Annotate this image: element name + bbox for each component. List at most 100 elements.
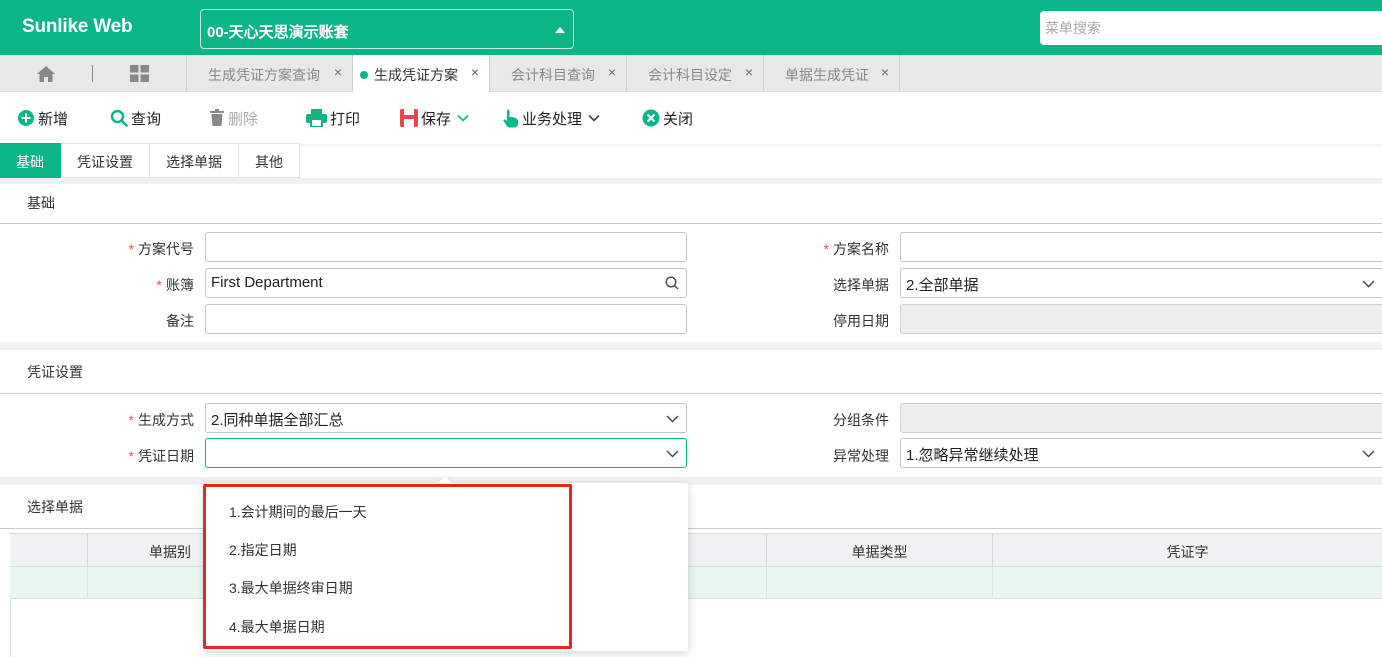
query-label: 查询 [131, 110, 162, 128]
required-mark: * [823, 241, 829, 257]
plus-circle-icon [18, 110, 34, 126]
highlight-annotation-box [203, 484, 572, 649]
label-text: 方案代号 [138, 241, 194, 257]
label-text: 账簿 [166, 277, 194, 293]
save-button[interactable]: 保存 [400, 108, 472, 128]
tab-label: 单据生成凭证 [785, 67, 869, 83]
gen-method-dropdown[interactable]: 2.同种单据全部汇总 [205, 403, 687, 433]
chevron-down-icon[interactable] [457, 114, 469, 122]
tab-voucher-settings[interactable]: 凭证设置 [61, 143, 150, 178]
search-icon [110, 109, 128, 127]
ledger-label: * 账簿 [84, 275, 194, 295]
close-icon[interactable]: × [881, 64, 889, 80]
grid-apps-icon[interactable] [130, 65, 149, 82]
group-cond-label: 分组条件 [833, 412, 889, 428]
close-circle-icon [642, 109, 660, 127]
tab-scheme[interactable]: 生成凭证方案 × [352, 55, 489, 92]
remark-input[interactable] [205, 304, 687, 334]
select-doc-value: 2.全部单据 [906, 277, 979, 294]
tab-separator [92, 65, 93, 82]
disable-date-input [900, 304, 1382, 334]
exception-value: 1.忽略异常继续处理 [906, 447, 1039, 464]
page-tab-bar: 生成凭证方案查询 × 生成凭证方案 × 会计科目查询 × 会计科目设定 × 单据… [0, 55, 1382, 92]
exception-dropdown[interactable]: 1.忽略异常继续处理 [900, 438, 1382, 468]
required-mark: * [156, 277, 162, 293]
menu-search-input[interactable] [1040, 11, 1382, 45]
select-doc-dropdown[interactable]: 2.全部单据 [900, 268, 1382, 298]
remark-label: 备注 [166, 313, 194, 329]
add-label: 新增 [38, 110, 69, 128]
chevron-down-icon [1362, 450, 1375, 458]
section-gap [0, 178, 1382, 184]
scheme-code-input[interactable] [205, 232, 687, 262]
print-label: 打印 [330, 110, 361, 128]
search-icon[interactable] [665, 276, 679, 290]
scheme-name-label: * 方案名称 [779, 239, 889, 259]
voucher-date-label: * 凭证日期 [84, 446, 194, 466]
save-label: 保存 [421, 110, 452, 128]
close-icon[interactable]: × [471, 64, 479, 80]
close-label: 关闭 [663, 110, 694, 128]
tab-doc-voucher[interactable]: 单据生成凭证 × [763, 55, 900, 92]
caret-up-icon [555, 27, 565, 33]
chevron-down-icon [666, 415, 679, 423]
home-icon[interactable] [36, 65, 56, 83]
add-button[interactable]: 新增 [17, 108, 68, 128]
gen-method-value: 2.同种单据全部汇总 [211, 412, 344, 429]
close-icon[interactable]: × [334, 64, 342, 80]
section-title-basic: 基础 [27, 195, 55, 211]
column-doc-code[interactable]: 单据别 [87, 534, 197, 567]
tab-select-docs[interactable]: 选择单据 [150, 143, 239, 178]
chevron-down-icon[interactable] [588, 114, 600, 122]
tab-label: 生成凭证方案 [374, 67, 458, 83]
toolbar: 新增 查询 删除 打印 保存 业务处理 关闭 [0, 92, 1382, 144]
save-disk-icon [400, 109, 418, 127]
column-voucher-word[interactable]: 凭证字 [992, 534, 1382, 567]
tab-account-query[interactable]: 会计科目查询 × [489, 55, 626, 92]
table-cell[interactable] [766, 567, 992, 599]
label-text: 凭证日期 [138, 448, 194, 464]
query-button[interactable]: 查询 [110, 108, 161, 128]
section-gap [0, 342, 1382, 350]
disable-date-label: 停用日期 [833, 313, 889, 329]
column-doc-type[interactable]: 单据类型 [766, 534, 992, 567]
section-title-select-docs: 选择单据 [27, 499, 83, 515]
close-icon[interactable]: × [745, 64, 753, 80]
business-label: 业务处理 [522, 110, 583, 128]
label-text: 方案名称 [833, 241, 889, 257]
section-tabs: 基础 凭证设置 选择单据 其他 [0, 143, 300, 178]
ledger-input[interactable]: First Department [205, 268, 687, 298]
chevron-down-icon [666, 450, 679, 458]
divider [0, 223, 1382, 224]
select-doc-label: 选择单据 [833, 277, 889, 293]
required-mark: * [128, 448, 134, 464]
tab-other[interactable]: 其他 [239, 143, 300, 178]
active-dot-icon [360, 71, 368, 79]
tab-basic[interactable]: 基础 [0, 143, 61, 178]
close-button[interactable]: 关闭 [642, 108, 693, 128]
business-process-button[interactable]: 业务处理 [502, 108, 603, 128]
table-cell[interactable] [992, 567, 1382, 599]
tab-label: 会计科目查询 [511, 67, 595, 83]
print-button[interactable]: 打印 [306, 108, 360, 128]
close-icon[interactable]: × [608, 64, 616, 80]
account-selector[interactable]: 00-天心天思演示账套 [200, 9, 574, 49]
voucher-date-dropdown[interactable] [205, 438, 687, 468]
tab-label: 生成凭证方案查询 [208, 67, 320, 83]
account-name: 00-天心天思演示账套 [207, 24, 349, 41]
tab-label: 会计科目设定 [648, 67, 732, 83]
required-mark: * [128, 412, 134, 428]
section-title-voucher: 凭证设置 [27, 364, 83, 380]
scheme-code-label: * 方案代号 [84, 239, 194, 259]
ledger-value: First Department [211, 274, 323, 291]
printer-icon [306, 109, 327, 127]
tab-scheme-query[interactable]: 生成凭证方案查询 × [186, 55, 352, 92]
scheme-name-input[interactable] [900, 232, 1382, 262]
delete-label: 删除 [228, 110, 259, 128]
exception-label: 异常处理 [833, 448, 889, 464]
tab-account-setup[interactable]: 会计科目设定 × [626, 55, 763, 92]
group-cond-input [900, 403, 1382, 433]
label-text: 生成方式 [138, 412, 194, 428]
hand-pointer-icon [503, 109, 518, 127]
delete-button[interactable]: 删除 [209, 108, 258, 128]
